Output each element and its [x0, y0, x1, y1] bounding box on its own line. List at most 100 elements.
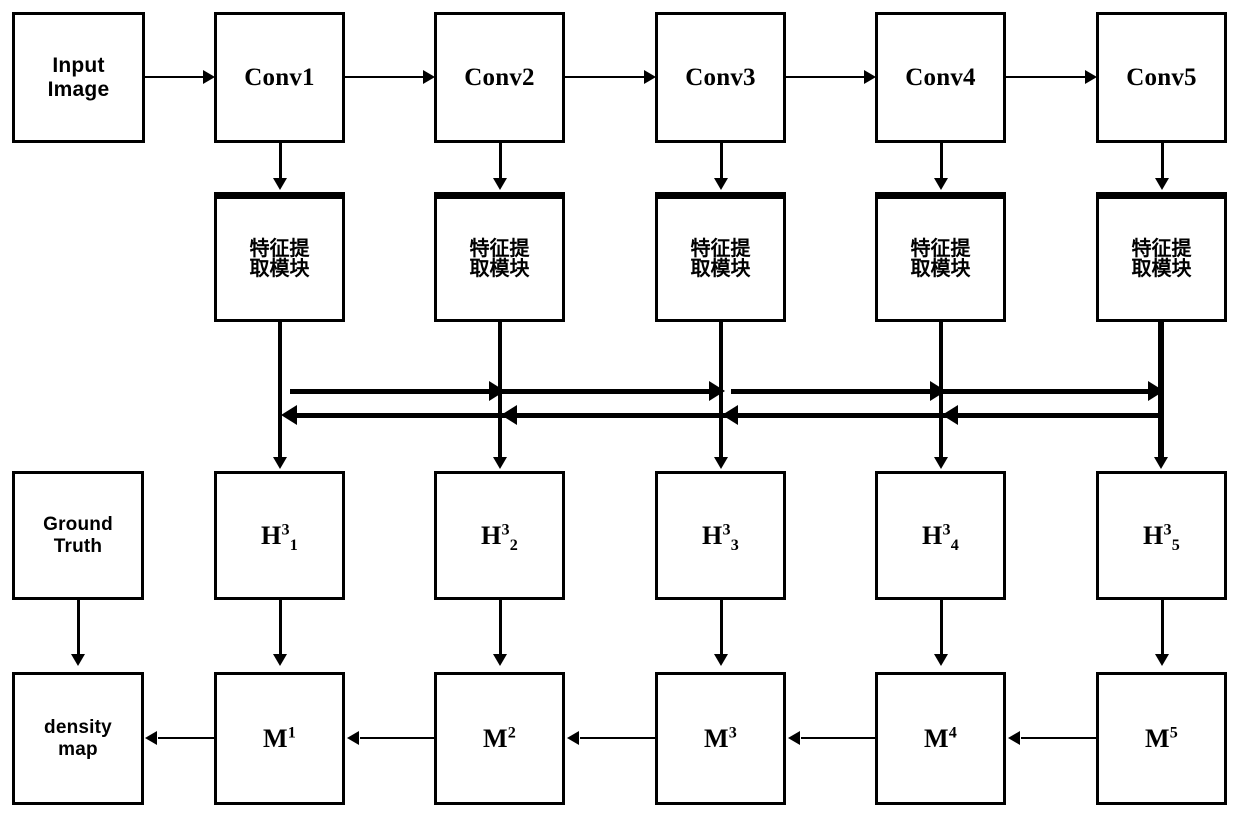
node-conv4-label: Conv4 [905, 63, 976, 91]
node-feature-module-1: 特征提 取模块 [214, 192, 345, 322]
fusion-arrow-left-to-right-segment-a [290, 389, 505, 394]
connector-m1-to-density-map [158, 737, 215, 739]
fusion-arrowhead-right-2 [709, 381, 725, 401]
connector-h5-to-m5 [1161, 600, 1164, 658]
node-m5-label: M5 [1144, 723, 1178, 753]
node-feature-module-3-label: 特征提 取模块 [690, 238, 751, 280]
connector-conv1-to-conv2 [345, 76, 425, 78]
node-conv2: Conv2 [434, 12, 565, 143]
node-h3-5-label: H35 [1143, 520, 1180, 555]
connector-conv4-to-conv5 [1006, 76, 1087, 78]
node-h3-3: H33 [655, 471, 786, 600]
node-h3-2-label: H32 [481, 520, 518, 555]
architecture-diagram: Input Image Conv1 Conv2 Conv3 Conv4 Conv… [0, 0, 1240, 819]
node-ground-truth-label: Ground Truth [43, 514, 113, 557]
arrowhead-h3-to-m3 [714, 654, 728, 666]
node-feature-module-5-label: 特征提 取模块 [1131, 238, 1192, 280]
node-m5: M5 [1096, 672, 1227, 805]
arrowhead-h5-to-m5 [1155, 654, 1169, 666]
arrowhead-h4-to-m4 [934, 654, 948, 666]
connector-ground-truth-to-density-map [77, 600, 80, 658]
connector-h1-to-m1 [279, 600, 282, 658]
node-feature-module-1-label: 特征提 取模块 [249, 238, 310, 280]
connector-conv5-to-feature5 [1161, 143, 1164, 183]
node-m4: M4 [875, 672, 1006, 805]
node-h3-2: H32 [434, 471, 565, 600]
connector-m2-to-m1 [360, 737, 435, 739]
node-input-image: Input Image [12, 12, 145, 143]
connector-conv3-to-conv4 [786, 76, 866, 78]
node-conv3-label: Conv3 [685, 63, 756, 91]
fusion-arrowhead-right-1 [489, 381, 505, 401]
arrowhead-m1-to-density-map [145, 731, 157, 745]
arrowhead-h1-to-m1 [273, 654, 287, 666]
connector-conv3-to-feature3 [720, 143, 723, 183]
connector-input-to-conv1 [145, 76, 205, 78]
node-m1-label: M1 [262, 723, 296, 753]
connector-h2-to-m2 [499, 600, 502, 658]
connector-m3-to-m2 [580, 737, 656, 739]
connector-m4-to-m3 [801, 737, 876, 739]
node-feature-module-5: 特征提 取模块 [1096, 192, 1227, 322]
arrowhead-m2-to-m1 [347, 731, 359, 745]
node-conv5-label: Conv5 [1126, 63, 1197, 91]
fusion-arrowhead-left-2 [501, 405, 517, 425]
node-density-map: density map [12, 672, 144, 805]
arrowhead-conv2-to-feature2 [493, 178, 507, 190]
fusion-arrow-left-to-right-segment-d [946, 389, 1156, 394]
arrowhead-conv1-to-feature1 [273, 178, 287, 190]
node-feature-module-2: 特征提 取模块 [434, 192, 565, 322]
fusion-arrowhead-left-1 [281, 405, 297, 425]
node-m2: M2 [434, 672, 565, 805]
node-conv1: Conv1 [214, 12, 345, 143]
node-h3-4: H34 [875, 471, 1006, 600]
node-conv5: Conv5 [1096, 12, 1227, 143]
arrowhead-feature2-to-h2 [493, 457, 507, 469]
fusion-arrowhead-right-4 [1148, 381, 1164, 401]
connector-conv1-to-feature1 [279, 143, 282, 183]
node-feature-module-4-label: 特征提 取模块 [910, 238, 971, 280]
fusion-arrowhead-left-4 [942, 405, 958, 425]
fusion-arrow-left-to-right-segment-c [731, 389, 946, 394]
node-conv2-label: Conv2 [464, 63, 535, 91]
node-input-image-label: Input Image [47, 53, 110, 101]
arrowhead-conv4-to-feature4 [934, 178, 948, 190]
node-m4-label: M4 [923, 723, 957, 753]
node-m1: M1 [214, 672, 345, 805]
node-m3-label: M3 [703, 723, 737, 753]
arrowhead-m4-to-m3 [788, 731, 800, 745]
connector-feature1-to-h1 [278, 322, 282, 462]
connector-conv4-to-feature4 [940, 143, 943, 183]
arrowhead-feature3-to-h3 [714, 457, 728, 469]
node-h3-1: H31 [214, 471, 345, 600]
arrowhead-m5-to-m4 [1008, 731, 1020, 745]
arrowhead-feature4-to-h4 [934, 457, 948, 469]
fusion-arrowhead-left-3 [722, 405, 738, 425]
arrowhead-m3-to-m2 [567, 731, 579, 745]
node-m2-label: M2 [482, 723, 516, 753]
node-h3-3-label: H33 [702, 520, 739, 555]
arrowhead-h2-to-m2 [493, 654, 507, 666]
node-feature-module-3: 特征提 取模块 [655, 192, 786, 322]
arrowhead-conv3-to-feature3 [714, 178, 728, 190]
fusion-arrow-left-to-right-segment-b [505, 389, 720, 394]
arrowhead-feature1-to-h1 [273, 457, 287, 469]
node-ground-truth: Ground Truth [12, 471, 144, 600]
arrowhead-feature5-to-h5 [1154, 457, 1168, 469]
fusion-arrowhead-right-3 [930, 381, 946, 401]
node-m3: M3 [655, 672, 786, 805]
node-h3-1-label: H31 [261, 520, 298, 555]
node-h3-4-label: H34 [922, 520, 959, 555]
connector-h4-to-m4 [940, 600, 943, 658]
node-feature-module-4: 特征提 取模块 [875, 192, 1006, 322]
node-density-map-label: density map [44, 717, 112, 760]
connector-conv2-to-conv3 [565, 76, 646, 78]
node-conv4: Conv4 [875, 12, 1006, 143]
arrowhead-ground-truth-to-density-map [71, 654, 85, 666]
node-feature-module-2-label: 特征提 取模块 [469, 238, 530, 280]
connector-m5-to-m4 [1021, 737, 1097, 739]
connector-h3-to-m3 [720, 600, 723, 658]
node-conv1-label: Conv1 [244, 63, 315, 91]
connector-conv2-to-feature2 [499, 143, 502, 183]
node-conv3: Conv3 [655, 12, 786, 143]
